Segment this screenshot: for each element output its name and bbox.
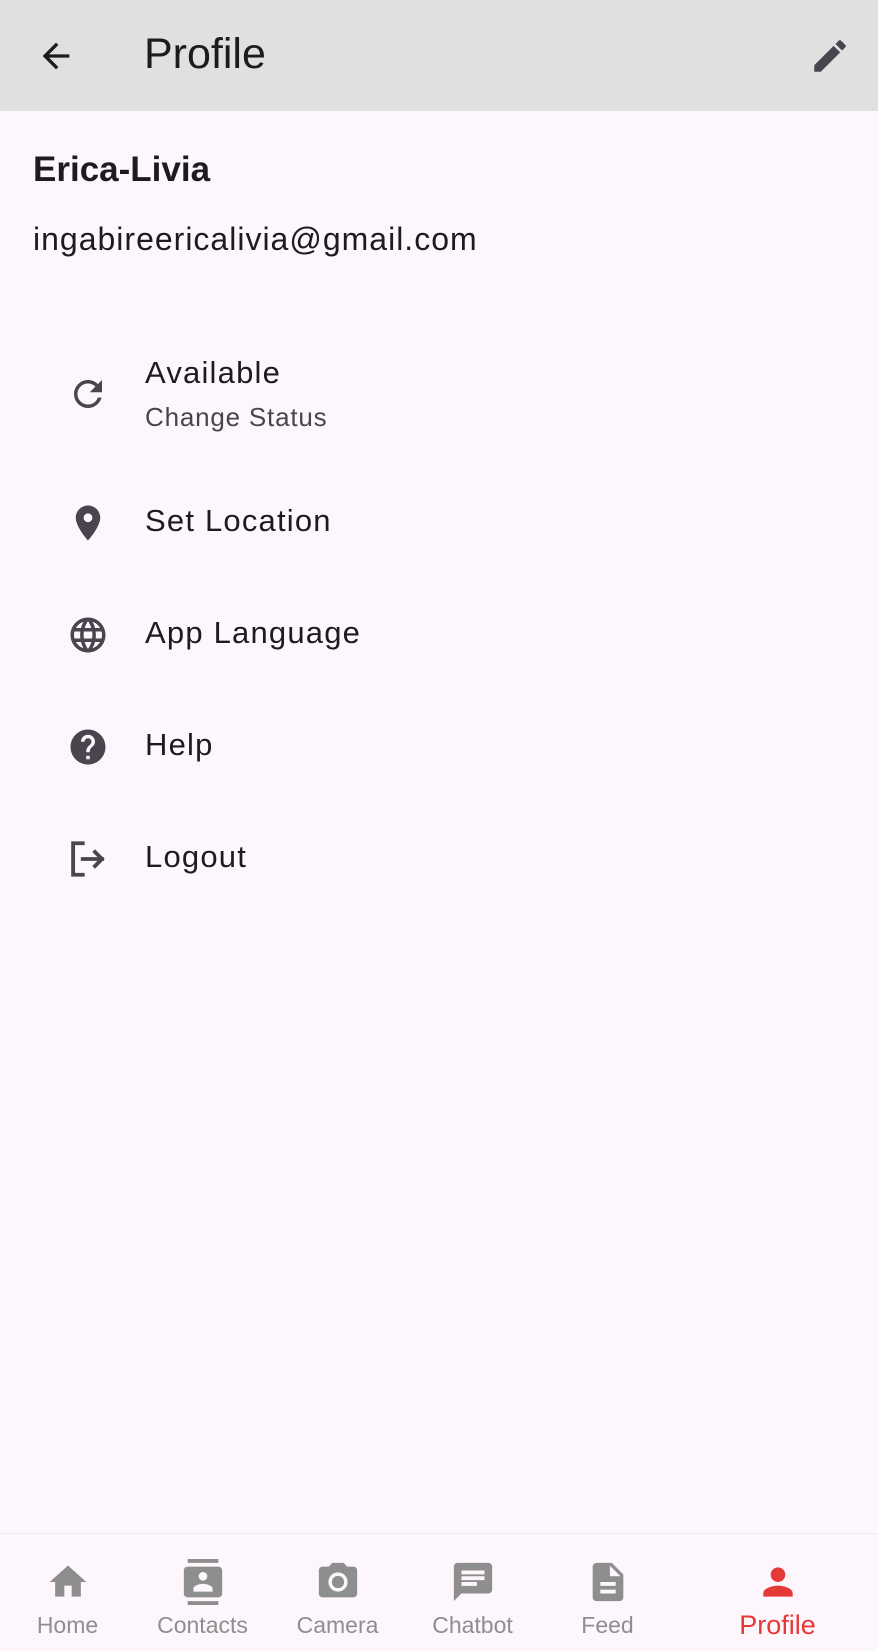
set-location-label: Set Location (145, 503, 332, 538)
nav-label-contacts: Contacts (157, 1612, 248, 1638)
nav-label-feed: Feed (581, 1612, 634, 1638)
app-language-label: App Language (145, 615, 362, 650)
status-label: Available (145, 355, 282, 390)
menu-item-status[interactable]: Available Change Status (0, 340, 878, 450)
nav-tab-home[interactable]: Home (0, 1534, 135, 1651)
nav-label-chatbot: Chatbot (432, 1612, 513, 1638)
nav-label-profile: Profile (739, 1610, 816, 1640)
back-arrow-icon[interactable] (30, 30, 82, 82)
nav-label-home: Home (36, 1612, 99, 1638)
user-email: ingabireericalivia@gmail.com (33, 221, 478, 257)
nav-tab-chatbot[interactable]: Chatbot (405, 1534, 540, 1651)
chat-icon (405, 1552, 540, 1612)
home-icon (0, 1552, 135, 1612)
help-icon (62, 721, 114, 773)
location-pin-icon (62, 497, 114, 549)
page-title: Profile (144, 30, 266, 78)
nav-tab-camera[interactable]: Camera (270, 1534, 405, 1651)
app-bar: Profile (0, 0, 878, 111)
status-sublabel: Change Status (145, 402, 328, 432)
menu-item-set-location[interactable]: Set Location (0, 495, 878, 551)
logout-label: Logout (145, 839, 248, 874)
edit-pencil-icon[interactable] (804, 30, 856, 82)
globe-icon (62, 609, 114, 661)
nav-tab-profile[interactable]: Profile (700, 1534, 855, 1651)
bottom-navigation: Home Contacts Camera Chatbot Feed Profil… (0, 1533, 878, 1651)
menu-item-app-language[interactable]: App Language (0, 607, 878, 663)
help-label: Help (145, 727, 214, 762)
person-icon (700, 1552, 855, 1612)
user-name: Erica-Livia (33, 150, 211, 189)
feed-icon (540, 1552, 675, 1612)
contacts-icon (135, 1552, 270, 1612)
nav-tab-feed[interactable]: Feed (540, 1534, 675, 1651)
nav-tab-contacts[interactable]: Contacts (135, 1534, 270, 1651)
camera-icon (270, 1552, 405, 1612)
menu-item-help[interactable]: Help (0, 719, 878, 775)
refresh-icon (62, 368, 114, 420)
menu-item-logout[interactable]: Logout (0, 831, 878, 887)
nav-label-camera: Camera (296, 1612, 379, 1638)
logout-icon (62, 833, 114, 885)
